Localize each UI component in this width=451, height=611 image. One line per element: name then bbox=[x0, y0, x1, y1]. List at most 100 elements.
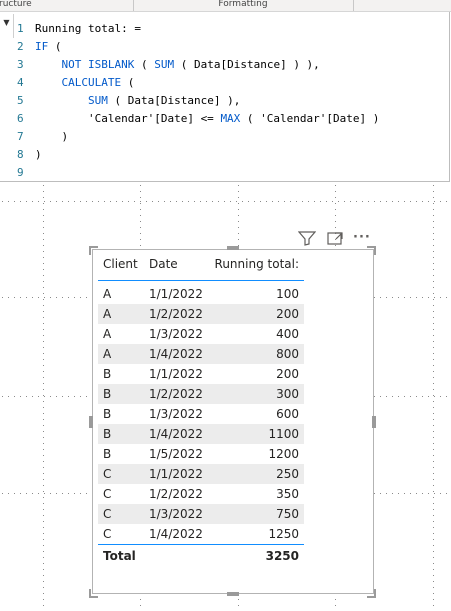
dax-keyword: SUM bbox=[87, 94, 108, 107]
dax-keyword: IF bbox=[35, 40, 49, 53]
resize-corner-bottom-left[interactable] bbox=[89, 589, 98, 598]
line-number: 2 bbox=[17, 40, 24, 53]
cell-client: B bbox=[103, 367, 112, 381]
table-row[interactable]: A 1/1/2022 100 bbox=[98, 284, 304, 304]
table-row[interactable]: A 1/2/2022 200 bbox=[98, 304, 304, 324]
code-token: ( 'Calendar'[Date] ) bbox=[240, 112, 380, 125]
cell-running-total: 300 bbox=[276, 387, 299, 401]
dax-formula-editor[interactable]: ▼ 1 Running total: = 2 IF (3 NOT ISBLANK ( … bbox=[0, 12, 450, 182]
cell-date: 1/5/2022 bbox=[149, 447, 203, 461]
cell-date: 1/1/2022 bbox=[149, 367, 203, 381]
code-text: ) bbox=[35, 146, 42, 164]
table-row[interactable]: B 1/4/2022 1100 bbox=[98, 424, 304, 444]
line-number: 4 bbox=[17, 76, 24, 89]
line-number: 7 bbox=[17, 130, 24, 143]
cell-running-total: 200 bbox=[276, 307, 299, 321]
cell-date: 1/4/2022 bbox=[149, 347, 203, 361]
filter-icon[interactable] bbox=[298, 230, 316, 246]
table-row[interactable]: C 1/3/2022 750 bbox=[98, 504, 304, 524]
tab-structure[interactable]: ructure bbox=[0, 0, 134, 11]
cell-date: 1/2/2022 bbox=[149, 387, 203, 401]
code-token: ( bbox=[48, 40, 62, 53]
resize-corner-top-right[interactable] bbox=[367, 246, 376, 255]
cell-date: 1/1/2022 bbox=[149, 467, 203, 481]
cell-client: C bbox=[103, 487, 112, 501]
code-token: ( Data[Distance] ) ), bbox=[174, 58, 320, 71]
code-text: NOT ISBLANK ( SUM ( Data[Distance] ) ), bbox=[35, 56, 320, 74]
cell-date: 1/3/2022 bbox=[149, 327, 203, 341]
code-text: 'Calendar'[Date] <= MAX ( 'Calendar'[Dat… bbox=[35, 110, 379, 128]
column-header-running-total[interactable]: Running total: bbox=[215, 257, 299, 271]
code-text: IF ( bbox=[35, 38, 62, 56]
cell-running-total: 1250 bbox=[268, 527, 299, 541]
table-body: A 1/1/2022 100 A 1/2/2022 200 A 1/3/2022 400 A 1/4… bbox=[98, 281, 304, 544]
code-token: ( bbox=[121, 76, 135, 89]
resize-corner-bottom-right[interactable] bbox=[367, 589, 376, 598]
code-token: Running total: = bbox=[35, 22, 141, 35]
cell-date: 1/3/2022 bbox=[149, 507, 203, 521]
cell-running-total: 600 bbox=[276, 407, 299, 421]
cell-client: B bbox=[103, 427, 112, 441]
line-number: 1 bbox=[17, 22, 24, 35]
cell-client: A bbox=[103, 287, 112, 301]
ribbon-tabs: ructure Formatting bbox=[0, 0, 451, 12]
line-number: 5 bbox=[17, 94, 24, 107]
cell-running-total: 800 bbox=[276, 347, 299, 361]
resize-handle-bottom[interactable] bbox=[227, 592, 239, 596]
focus-mode-icon[interactable] bbox=[326, 230, 344, 246]
cell-client: B bbox=[103, 447, 112, 461]
cell-running-total: 750 bbox=[276, 507, 299, 521]
table-header: Client Date Running total: bbox=[98, 255, 304, 281]
expand-formula-chevron-icon[interactable]: ▼ bbox=[0, 14, 14, 38]
cell-client: C bbox=[103, 467, 112, 481]
cell-client: A bbox=[103, 307, 112, 321]
total-value: 3250 bbox=[265, 549, 299, 563]
code-token: ) bbox=[35, 148, 42, 161]
total-row: Total 3250 bbox=[98, 544, 304, 567]
code-text: CALCULATE ( bbox=[35, 74, 135, 92]
table-row[interactable]: B 1/5/2022 1200 bbox=[98, 444, 304, 464]
table-row[interactable]: B 1/3/2022 600 bbox=[98, 404, 304, 424]
column-header-date[interactable]: Date bbox=[149, 257, 178, 271]
table-row[interactable]: C 1/1/2022 250 bbox=[98, 464, 304, 484]
code-text: Running total: = bbox=[35, 20, 141, 38]
cell-date: 1/2/2022 bbox=[149, 487, 203, 501]
cell-running-total: 1100 bbox=[268, 427, 299, 441]
cell-date: 1/3/2022 bbox=[149, 407, 203, 421]
resize-handle-left[interactable] bbox=[89, 416, 93, 428]
table-row[interactable]: B 1/1/2022 200 bbox=[98, 364, 304, 384]
dax-keyword: CALCULATE bbox=[61, 76, 122, 89]
dax-keyword: SUM bbox=[154, 58, 175, 71]
table-row[interactable]: A 1/4/2022 800 bbox=[98, 344, 304, 364]
cell-client: C bbox=[103, 507, 112, 521]
dax-keyword: MAX bbox=[220, 112, 241, 125]
tab-formatting[interactable]: Formatting bbox=[133, 0, 354, 11]
resize-handle-right[interactable] bbox=[372, 416, 376, 428]
code-token: ) bbox=[35, 130, 69, 143]
line-number: 8 bbox=[17, 148, 24, 161]
cell-date: 1/4/2022 bbox=[149, 527, 203, 541]
cell-client: B bbox=[103, 407, 112, 421]
cell-client: A bbox=[103, 347, 112, 361]
line-number: 9 bbox=[17, 166, 24, 179]
cell-date: 1/2/2022 bbox=[149, 307, 203, 321]
table-row[interactable]: C 1/4/2022 1250 bbox=[98, 524, 304, 544]
more-options-icon[interactable]: ··· bbox=[353, 230, 373, 246]
cell-date: 1/1/2022 bbox=[149, 287, 203, 301]
cell-running-total: 100 bbox=[276, 287, 299, 301]
column-header-client[interactable]: Client bbox=[103, 257, 138, 271]
code-token: ( Data[Distance] ), bbox=[107, 94, 241, 107]
resize-corner-top-left[interactable] bbox=[89, 246, 98, 255]
code-text: ) bbox=[35, 128, 68, 146]
resize-handle-top[interactable] bbox=[227, 246, 239, 250]
table-row[interactable]: C 1/2/2022 350 bbox=[98, 484, 304, 504]
table-row[interactable]: B 1/2/2022 300 bbox=[98, 384, 304, 404]
dax-keyword: NOT ISBLANK bbox=[61, 58, 135, 71]
running-total-table: Client Date Running total: A 1/1/2022 100 A… bbox=[98, 255, 304, 567]
cell-running-total: 200 bbox=[276, 367, 299, 381]
cell-client: B bbox=[103, 387, 112, 401]
table-row[interactable]: A 1/3/2022 400 bbox=[98, 324, 304, 344]
code-text: SUM ( Data[Distance] ), bbox=[35, 92, 240, 110]
